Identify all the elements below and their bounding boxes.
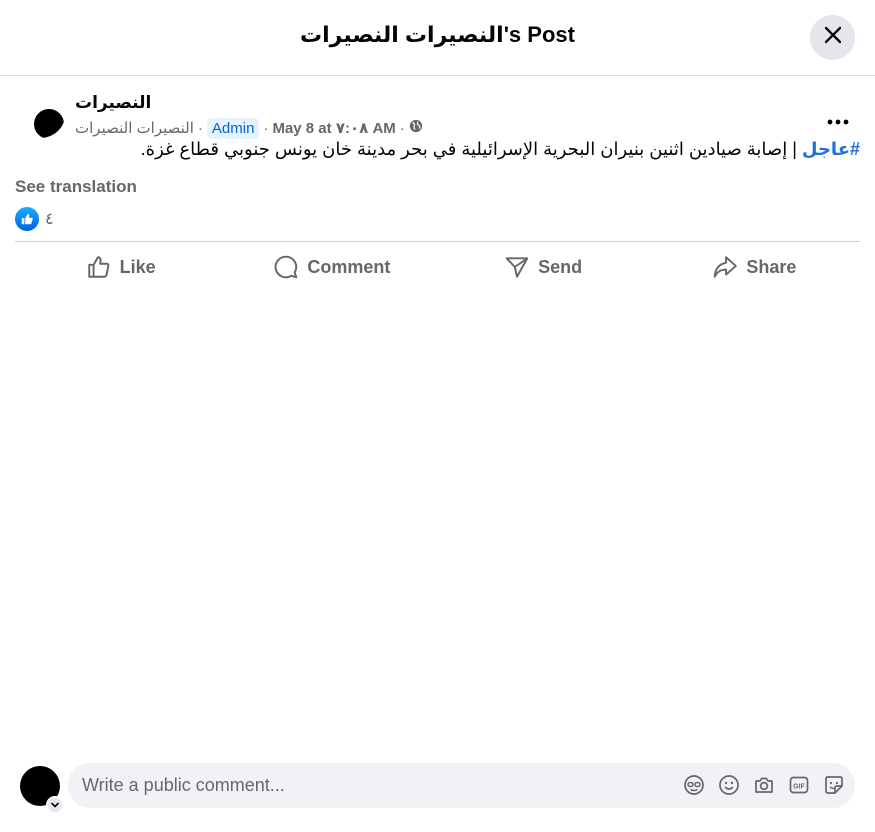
camera-icon[interactable]	[753, 772, 775, 798]
see-translation-link[interactable]: See translation	[15, 177, 137, 197]
emoji-icon[interactable]	[718, 772, 740, 798]
author-name[interactable]: النصيرات	[75, 93, 151, 113]
post-body: | إصابة صيادين اثنين بنيران البحرية الإس…	[140, 139, 802, 159]
avatar-sticker-icon[interactable]	[683, 772, 705, 798]
comment-label: Comment	[307, 256, 391, 277]
comment-composer: GIF	[20, 763, 855, 814]
comment-icon	[273, 254, 299, 280]
dialog-title: النصيرات النصيرات's Post	[300, 22, 575, 47]
hashtag-link[interactable]: #عاجل	[802, 139, 860, 159]
meta-separator: ·	[399, 119, 405, 137]
globe-icon	[409, 119, 423, 137]
more-options-button[interactable]	[820, 100, 856, 136]
meta-separator: ·	[197, 119, 203, 137]
svg-text:GIF: GIF	[793, 784, 805, 791]
share-icon	[712, 254, 738, 280]
post-timestamp[interactable]: May 8 at ٧:٠٨ AM	[272, 119, 395, 137]
send-label: Send	[538, 256, 583, 277]
dialog-header: النصيرات النصيرات's Post	[0, 0, 875, 76]
send-button[interactable]: Send	[438, 247, 649, 287]
page-avatar[interactable]	[15, 92, 65, 138]
sticker-icon[interactable]	[823, 772, 845, 798]
reaction-summary[interactable]: ٤	[15, 206, 54, 232]
actions-divider	[15, 241, 860, 242]
close-button[interactable]	[810, 15, 855, 60]
share-label: Share	[746, 256, 797, 277]
comment-button[interactable]: Comment	[226, 247, 437, 287]
share-button[interactable]: Share	[649, 247, 860, 287]
gif-icon[interactable]: GIF	[788, 772, 810, 798]
like-reaction-icon	[15, 207, 39, 231]
send-icon	[504, 254, 530, 280]
chevron-down-icon[interactable]	[46, 796, 64, 814]
comment-box: GIF	[68, 763, 855, 808]
like-button[interactable]: Like	[15, 247, 226, 287]
post-text: #عاجل | إصابة صيادين اثنين بنيران البحري…	[15, 136, 860, 162]
comment-input[interactable]	[82, 763, 662, 808]
comment-tools: GIF	[683, 772, 845, 798]
more-options-icon	[827, 105, 849, 131]
like-icon	[86, 254, 112, 280]
meta-separator: ·	[263, 119, 269, 137]
group-name[interactable]: النصيرات النصيرات	[75, 119, 194, 137]
close-icon	[823, 25, 843, 50]
post-header: النصيرات النصيرات النصيرات · Admin · May…	[15, 90, 860, 140]
action-bar: Like Comment Send Share	[15, 247, 860, 287]
reaction-count: ٤	[45, 211, 54, 228]
like-label: Like	[119, 256, 156, 277]
